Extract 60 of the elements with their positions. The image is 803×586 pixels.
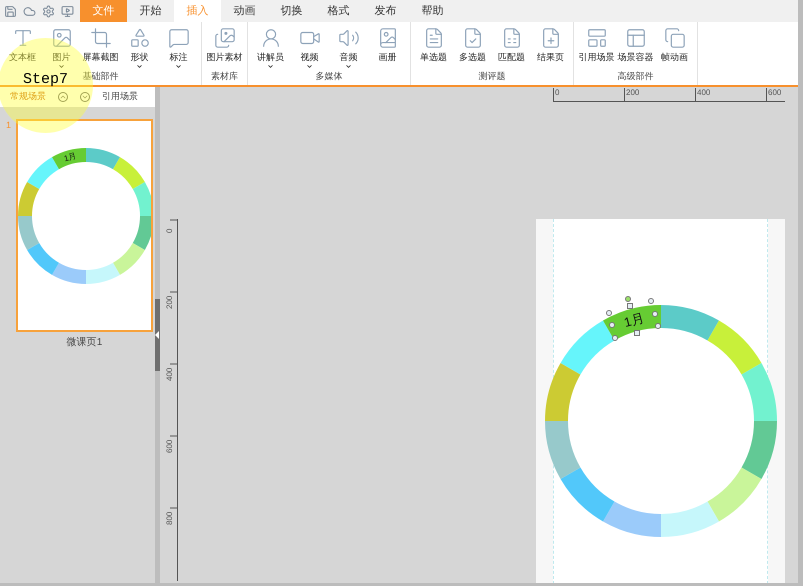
- cloud-icon[interactable]: [23, 4, 36, 18]
- ribbon-tab[interactable]: 帮助: [409, 0, 456, 22]
- ribbon-button[interactable]: 讲解员: [251, 27, 290, 70]
- caret-icon: [175, 63, 182, 70]
- ribbon-tab[interactable]: 开始: [127, 0, 174, 22]
- segment-label: 1月: [622, 310, 646, 330]
- ribbon-tab[interactable]: 切换: [268, 0, 315, 22]
- ribbon-button[interactable]: 文本框: [3, 27, 42, 70]
- group-title: 测评题: [478, 70, 506, 82]
- move-down-icon[interactable]: [80, 92, 90, 102]
- ribbon-button[interactable]: 场景容器: [616, 27, 655, 70]
- callout-icon: [168, 27, 190, 49]
- ribbon-button[interactable]: 帧动画: [655, 27, 694, 70]
- caret-icon: [306, 63, 313, 70]
- settings-icon[interactable]: [42, 4, 55, 18]
- ribbon-button[interactable]: 匹配题: [492, 27, 531, 70]
- move-up-icon[interactable]: [58, 92, 68, 102]
- ribbon-button[interactable]: 图片: [42, 27, 81, 70]
- caret-icon: [136, 63, 143, 70]
- image-icon: [50, 27, 72, 49]
- ribbon-tab[interactable]: 格式: [315, 0, 362, 22]
- ribbon-button[interactable]: 音频: [329, 27, 368, 70]
- group-title: 高级部件: [618, 70, 654, 82]
- crop-icon: [90, 27, 112, 49]
- ribbon-button[interactable]: 视频: [290, 27, 329, 70]
- selection-handle[interactable]: [634, 330, 640, 336]
- ribbon-button[interactable]: 单选题: [414, 27, 453, 70]
- selection-handle[interactable]: [626, 303, 633, 310]
- caret-icon: [58, 63, 65, 70]
- shapes-icon: [128, 27, 150, 49]
- slide-caption: 微课页1: [66, 336, 102, 350]
- ribbon-button[interactable]: 标注: [159, 27, 198, 70]
- preview-icon[interactable]: [61, 4, 74, 18]
- copy-icon: [664, 27, 686, 49]
- panels-icon: [624, 27, 646, 49]
- horizontal-ruler: 0 200 400 600: [553, 88, 785, 102]
- group-title: 素材库: [211, 70, 238, 82]
- save-icon[interactable]: [4, 4, 17, 18]
- group-title: 多媒体: [316, 70, 342, 83]
- group-title: 基础部件: [82, 70, 118, 83]
- rotate-handle[interactable]: [624, 296, 631, 302]
- caret-icon: [345, 63, 352, 70]
- scene-tab[interactable]: 引用场景: [102, 90, 138, 104]
- ribbon-button[interactable]: 图片素材: [205, 27, 244, 70]
- caret-icon: [267, 63, 274, 70]
- vertical-ruler: 0 200 400 600 800: [164, 219, 178, 581]
- ribbon-button[interactable]: 画册: [368, 27, 407, 70]
- slide-thumbnail[interactable]: 1月: [16, 119, 153, 332]
- ribbon-button[interactable]: 引用场景: [577, 27, 616, 70]
- ribbon-button[interactable]: 结果页: [531, 27, 570, 70]
- images-icon: [214, 27, 236, 49]
- layout-icon: [586, 27, 608, 49]
- ribbon-button[interactable]: 形状: [120, 27, 159, 70]
- ribbon-tab[interactable]: 发布: [362, 0, 409, 22]
- ribbon-button[interactable]: 多选题: [453, 27, 492, 70]
- ribbon-tab[interactable]: 动画: [221, 0, 268, 22]
- segment-label: 1月: [63, 151, 78, 164]
- speaker-icon: [338, 27, 360, 49]
- slide-number: 1: [6, 119, 12, 132]
- ribbon-button[interactable]: 屏幕截图: [81, 27, 120, 70]
